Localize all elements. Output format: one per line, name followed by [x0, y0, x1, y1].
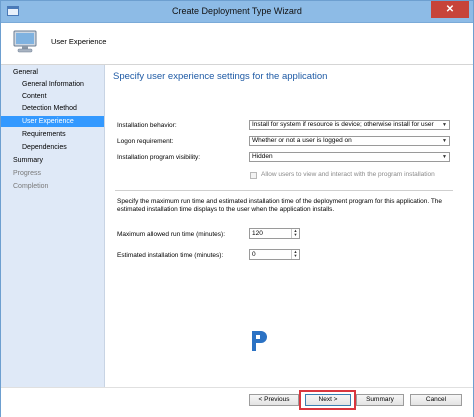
max-run-time-input[interactable]: 120 ▲ ▼	[249, 228, 300, 239]
program-visibility-label: Installation program visibility:	[117, 154, 201, 161]
chevron-down-icon[interactable]: ▼	[440, 137, 449, 145]
logon-requirement-value: Whether or not a user is logged on	[252, 137, 352, 144]
wizard-nav: General General Information Content Dete…	[1, 65, 105, 387]
est-install-time-input[interactable]: 0 ▲ ▼	[249, 249, 300, 260]
est-install-time-spinner[interactable]: ▲ ▼	[291, 250, 299, 259]
wizard-content: Specify user experience settings for the…	[105, 65, 473, 387]
program-visibility-value: Hidden	[252, 153, 273, 160]
nav-item-user-experience[interactable]: User Experience	[1, 116, 104, 127]
previous-button[interactable]: < Previous	[249, 394, 299, 406]
installation-behavior-value: Install for system if resource is device…	[252, 121, 434, 128]
nav-item-dependencies[interactable]: Dependencies	[1, 142, 104, 153]
computer-monitor-icon	[13, 30, 37, 53]
spin-down-icon[interactable]: ▼	[292, 254, 299, 258]
max-run-time-label: Maximum allowed run time (minutes):	[117, 231, 226, 238]
wizard-footer: < Previous Next > Summary Cancel	[1, 387, 473, 417]
p-logo-watermark	[252, 331, 267, 351]
logon-requirement-label: Logon requirement:	[117, 138, 174, 145]
wizard-header: User Experience	[1, 23, 473, 65]
window-title: Create Deployment Type Wizard	[172, 6, 302, 16]
content-heading: Specify user experience settings for the…	[113, 71, 328, 82]
installation-behavior-label: Installation behavior:	[117, 122, 177, 129]
nav-item-general[interactable]: General	[1, 67, 104, 78]
installation-behavior-select[interactable]: Install for system if resource is device…	[249, 120, 450, 130]
max-run-time-spinner[interactable]: ▲ ▼	[291, 229, 299, 238]
nav-item-general-information[interactable]: General Information	[1, 79, 104, 90]
next-button-highlight	[299, 390, 356, 410]
nav-item-detection-method[interactable]: Detection Method	[1, 103, 104, 114]
allow-interaction-checkbox	[250, 172, 257, 179]
nav-item-summary[interactable]: Summary	[1, 155, 104, 166]
allow-interaction-label: Allow users to view and interact with th…	[261, 171, 435, 178]
chevron-down-icon[interactable]: ▼	[440, 121, 449, 129]
run-time-description: Specify the maximum run time and estimat…	[117, 198, 443, 213]
nav-item-content[interactable]: Content	[1, 91, 104, 102]
cancel-button[interactable]: Cancel	[410, 394, 462, 406]
logon-requirement-select[interactable]: Whether or not a user is logged on ▼	[249, 136, 450, 146]
est-install-time-label: Estimated installation time (minutes):	[117, 252, 224, 259]
spin-down-icon[interactable]: ▼	[292, 233, 299, 237]
est-install-time-value: 0	[252, 251, 256, 258]
program-visibility-select[interactable]: Hidden ▼	[249, 152, 450, 162]
summary-button[interactable]: Summary	[356, 394, 404, 406]
nav-item-completion: Completion	[13, 183, 49, 190]
max-run-time-value: 120	[252, 230, 263, 237]
close-button[interactable]: ✕	[431, 1, 469, 18]
page-header-title: User Experience	[51, 37, 107, 46]
chevron-down-icon[interactable]: ▼	[440, 153, 449, 161]
title-bar: Create Deployment Type Wizard ✕	[1, 1, 473, 23]
section-divider	[115, 190, 453, 191]
nav-item-requirements[interactable]: Requirements	[1, 129, 104, 140]
wizard-window: Create Deployment Type Wizard ✕ User Exp…	[0, 0, 474, 417]
nav-item-progress: Progress	[13, 170, 42, 177]
